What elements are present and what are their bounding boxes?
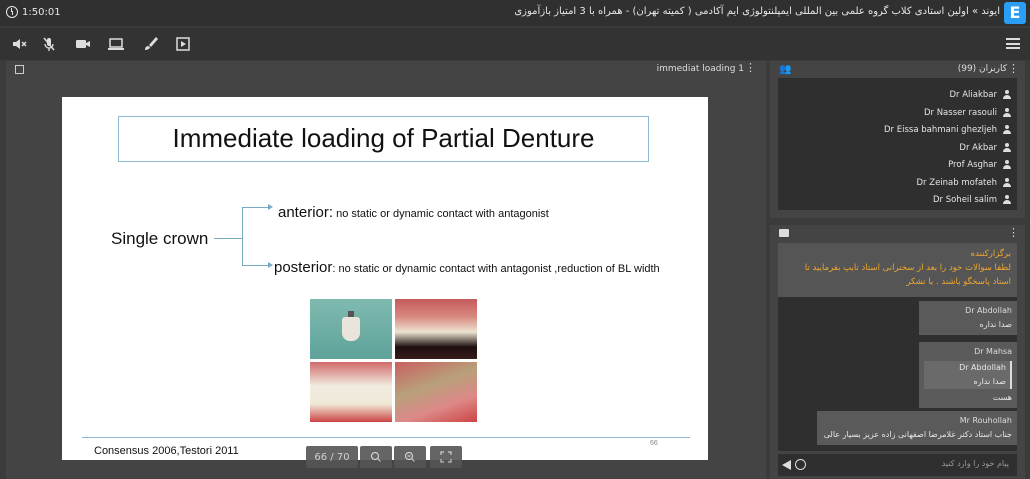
anterior-text: no static or dynamic contact with antago… (333, 208, 549, 220)
presentation-header: immediat loading 1 ⋮ (6, 61, 766, 77)
diagram-connector (214, 238, 242, 239)
clinical-photo (395, 299, 477, 359)
chat-header: ⋮ (770, 225, 1025, 241)
slide: Immediate loading of Partial Denture Sin… (62, 97, 708, 460)
presentation-options-icon[interactable]: ⋮ (745, 62, 756, 73)
page-indicator[interactable]: 66 / 70 (306, 446, 358, 468)
slide-page-number: 66 (650, 440, 658, 447)
send-icon[interactable] (782, 460, 791, 470)
person-icon (1003, 195, 1011, 204)
presentation-icon[interactable] (15, 65, 24, 74)
person-icon (1003, 125, 1011, 134)
chat-messages: برگزارکننده لطفا سوالات خود را بعد از سخ… (778, 243, 1017, 451)
message-text: هست (992, 393, 1012, 402)
posterior-label: posterior (274, 259, 333, 276)
user-item[interactable]: Dr Soheil salim (933, 191, 1011, 208)
clock-icon (6, 6, 18, 18)
chat-options-icon[interactable]: ⋮ (1008, 226, 1019, 239)
users-icon: 👥 (779, 64, 792, 75)
person-icon (1003, 178, 1011, 187)
anterior-label: anterior: (278, 204, 334, 221)
user-name: Dr Eissa bahmani ghezljeh (884, 124, 997, 135)
user-item[interactable]: Dr Nasser rasouli (924, 104, 1011, 121)
fullscreen-icon[interactable] (430, 446, 462, 468)
diagram-connector (242, 207, 270, 208)
footer-divider (82, 437, 690, 438)
chat-message: Dr Abdollah صدا نداره (919, 301, 1017, 335)
message-text: جناب استاد دکتر غلامرضا اصفهانی زاده عزی… (823, 430, 1012, 439)
slide-footer: Consensus 2006,Testori 2011 (94, 445, 239, 457)
clinical-photo (310, 362, 392, 422)
chat-icon (779, 229, 789, 237)
arrow-icon (268, 204, 273, 210)
message-author: Dr Abdollah (965, 306, 1012, 315)
app-logo: E (1004, 2, 1026, 24)
brush-icon[interactable] (139, 34, 161, 54)
message-text: صدا نداره (979, 320, 1012, 329)
play-icon[interactable] (172, 34, 194, 54)
zoom-out-icon[interactable] (394, 446, 426, 468)
clinical-photo (395, 362, 477, 422)
presentation-name: immediat loading 1 (656, 64, 744, 74)
moderator-name: برگزارکننده (970, 249, 1011, 259)
zoom-in-icon[interactable] (360, 446, 392, 468)
chat-panel: ⋮ برگزارکننده لطفا سوالات خود را بعد از … (770, 225, 1025, 479)
user-item[interactable]: Dr Zeinab mofateh (917, 174, 1011, 191)
user-name: Dr Aliakbar (949, 89, 997, 100)
clinical-photo (310, 299, 392, 359)
speaker-off-icon[interactable] (8, 34, 30, 54)
person-icon (1003, 90, 1011, 99)
quote-text: صدا نداره (973, 377, 1006, 386)
diagram-connector (242, 207, 243, 265)
anterior-line: anterior: no static or dynamic contact w… (278, 204, 549, 221)
users-panel: 👥 کاربران (99) ⋮ Dr Aliakbar Dr Nasser r… (770, 61, 1025, 218)
users-header: 👥 کاربران (99) ⋮ (770, 61, 1025, 77)
user-name: Dr Akbar (959, 142, 997, 153)
quote-author: Dr Abdollah (959, 363, 1006, 372)
message-author: Dr Mahsa (974, 347, 1012, 356)
user-item[interactable]: Dr Aliakbar (949, 86, 1011, 103)
posterior-line: posterior: no static or dynamic contact … (274, 259, 660, 276)
user-name: Dr Soheil salim (932, 194, 997, 205)
presentation-panel: immediat loading 1 ⋮ Immediate loading o… (6, 61, 766, 479)
user-item[interactable]: Dr Eissa bahmani ghezljeh (884, 121, 1011, 138)
screen-icon[interactable] (105, 34, 127, 54)
person-icon (1003, 108, 1011, 117)
crown-image (342, 311, 360, 341)
chat-input-placeholder: پیام خود را وارد کنید (941, 459, 1009, 468)
timer-text: 1:50:01 (22, 6, 61, 18)
moderator-message: برگزارکننده لطفا سوالات خود را بعد از سخ… (778, 243, 1017, 297)
user-item[interactable]: Dr Akbar (959, 139, 1011, 156)
session-title: ایوند » اولین استادی کلاب گروه علمی بین … (514, 6, 1000, 17)
message-author: Mr Rouhollah (959, 416, 1012, 425)
chat-input[interactable]: پیام خود را وارد کنید (778, 454, 1017, 476)
meeting-app: 1:50:01 ایوند » اولین استادی کلاب گروه ع… (0, 0, 1030, 479)
single-crown-label: Single crown (111, 229, 209, 248)
chat-message: Dr Mahsa Dr Abdollah صدا نداره هست (919, 342, 1017, 408)
session-timer: 1:50:01 (6, 6, 61, 18)
slide-title: Immediate loading of Partial Denture (118, 116, 649, 162)
users-title: کاربران (99) (957, 64, 1007, 74)
user-name: Prof Asghar (948, 159, 997, 170)
user-list: Dr Aliakbar Dr Nasser rasouli Dr Eissa b… (778, 78, 1017, 210)
mic-off-icon[interactable] (38, 34, 60, 54)
user-name: Dr Zeinab mofateh (916, 177, 997, 188)
posterior-text: : no static or dynamic contact with anta… (332, 263, 660, 275)
menu-icon[interactable] (1006, 38, 1020, 49)
person-icon (1003, 160, 1011, 169)
moderator-text: لطفا سوالات خود را بعد از سخنرانی استاد … (804, 263, 1011, 287)
diagram-connector (242, 265, 270, 266)
toolbar (0, 28, 1030, 60)
quoted-message: Dr Abdollah صدا نداره (924, 361, 1012, 389)
user-item[interactable]: Prof Asghar (948, 156, 1011, 173)
camera-icon[interactable] (72, 34, 94, 54)
emoji-icon[interactable] (795, 459, 806, 470)
chat-message: Mr Rouhollah جناب استاد دکتر غلامرضا اصف… (817, 411, 1017, 445)
users-options-icon[interactable]: ⋮ (1008, 62, 1019, 75)
person-icon (1003, 143, 1011, 152)
arrow-icon (268, 262, 273, 268)
user-name: Dr Nasser rasouli (923, 107, 997, 118)
title-bar: 1:50:01 ایوند » اولین استادی کلاب گروه ع… (0, 0, 1030, 26)
